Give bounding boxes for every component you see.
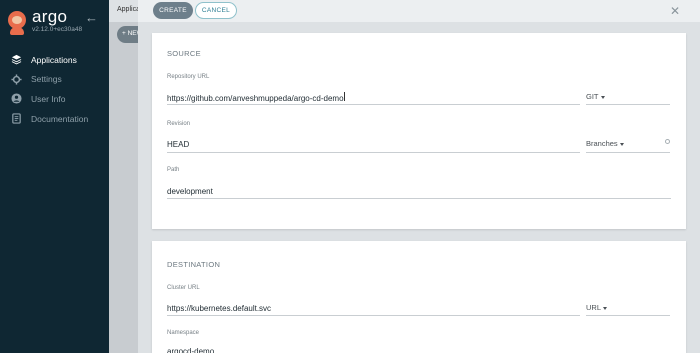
- cluster-url-value: https://kubernetes.default.svc: [167, 304, 272, 313]
- sidebar-item-documentation[interactable]: Documentation: [0, 109, 109, 129]
- argo-logo: [6, 9, 28, 35]
- repo-type-dropdown[interactable]: GIT: [586, 92, 605, 101]
- background-page: [109, 0, 139, 353]
- sidebar-item-label: Applications: [31, 54, 77, 65]
- repo-url-label: Repository URL: [167, 74, 210, 80]
- cancel-button[interactable]: CANCEL: [195, 2, 237, 19]
- repo-type-underline: [586, 104, 670, 105]
- cluster-url-underline: [167, 315, 580, 316]
- user-icon: [10, 93, 22, 105]
- gear-icon: [10, 73, 22, 85]
- revision-label: Revision: [167, 121, 191, 127]
- cluster-type-dropdown[interactable]: URL: [586, 303, 608, 312]
- cluster-url-input[interactable]: https://kubernetes.default.svc: [167, 298, 271, 316]
- create-app-panel: CREATE CANCEL ✕ SOURCE Repository URL ht…: [138, 0, 700, 353]
- caret-down-icon: [600, 95, 605, 99]
- sidebar-item-label: Documentation: [31, 113, 89, 124]
- revision-type-dropdown[interactable]: Branches: [586, 139, 624, 148]
- cluster-type-value: URL: [586, 303, 602, 312]
- destination-card: DESTINATION Cluster URL https://kubernet…: [152, 241, 686, 353]
- cluster-type-underline: [586, 315, 670, 316]
- path-label: Path: [167, 167, 180, 173]
- revision-type-underline: [586, 152, 670, 153]
- brand: argo v2.12.0+ec30a48: [6, 7, 83, 35]
- book-icon: [10, 113, 22, 125]
- path-field: Path: [167, 167, 179, 173]
- sidebar-item-applications[interactable]: Applications: [0, 50, 109, 70]
- source-card: SOURCE Repository URL https://github.com…: [152, 33, 686, 229]
- path-value: development: [167, 187, 213, 196]
- brand-name: argo: [32, 7, 68, 26]
- sidebar-nav: Applications Settings User Info Document…: [0, 50, 109, 128]
- cluster-url-label: Cluster URL: [167, 285, 200, 291]
- sidebar-item-user-info[interactable]: User Info: [0, 89, 109, 109]
- create-button[interactable]: CREATE: [153, 2, 193, 19]
- close-icon[interactable]: ✕: [670, 4, 680, 18]
- sidebar-item-label: Settings: [31, 74, 62, 85]
- path-underline: [167, 198, 671, 199]
- source-title: SOURCE: [167, 49, 201, 58]
- layers-icon: [10, 54, 22, 66]
- cluster-url-field: Cluster URL: [167, 285, 200, 291]
- path-input[interactable]: development: [167, 181, 213, 199]
- sidebar-item-label: User Info: [31, 93, 66, 104]
- collapse-sidebar-icon[interactable]: ←: [85, 10, 98, 25]
- namespace-field: Namespace: [167, 330, 199, 336]
- namespace-label: Namespace: [167, 330, 200, 336]
- revision-underline: [167, 152, 580, 153]
- destination-title: DESTINATION: [167, 260, 221, 269]
- repo-url-field: Repository URL: [167, 74, 209, 80]
- revision-value: HEAD: [167, 140, 190, 149]
- panel-toolbar: CREATE CANCEL ✕: [138, 0, 700, 22]
- revision-type-value: Branches: [586, 139, 618, 148]
- namespace-input[interactable]: argocd-demo: [167, 341, 214, 353]
- repo-url-value: https://github.com/anveshmuppeda/argo-cd…: [167, 94, 344, 103]
- revision-input[interactable]: HEAD: [167, 134, 189, 152]
- sidebar-item-settings[interactable]: Settings: [0, 70, 109, 90]
- sidebar: argo v2.12.0+ec30a48 ← Applications Sett…: [0, 0, 109, 353]
- caret-down-icon: [603, 306, 608, 310]
- namespace-value: argocd-demo: [167, 347, 215, 353]
- settings-dot-icon[interactable]: [665, 139, 670, 144]
- repo-type-value: GIT: [586, 92, 599, 101]
- version-label: v2.12.0+ec30a48: [32, 26, 83, 33]
- revision-field: Revision: [167, 121, 190, 127]
- repo-url-underline: [167, 104, 580, 105]
- text-cursor: [344, 92, 346, 102]
- background-breadcrumb: Applications: [109, 0, 139, 22]
- breadcrumb-label: Applications: [117, 6, 139, 13]
- caret-down-icon: [619, 142, 624, 146]
